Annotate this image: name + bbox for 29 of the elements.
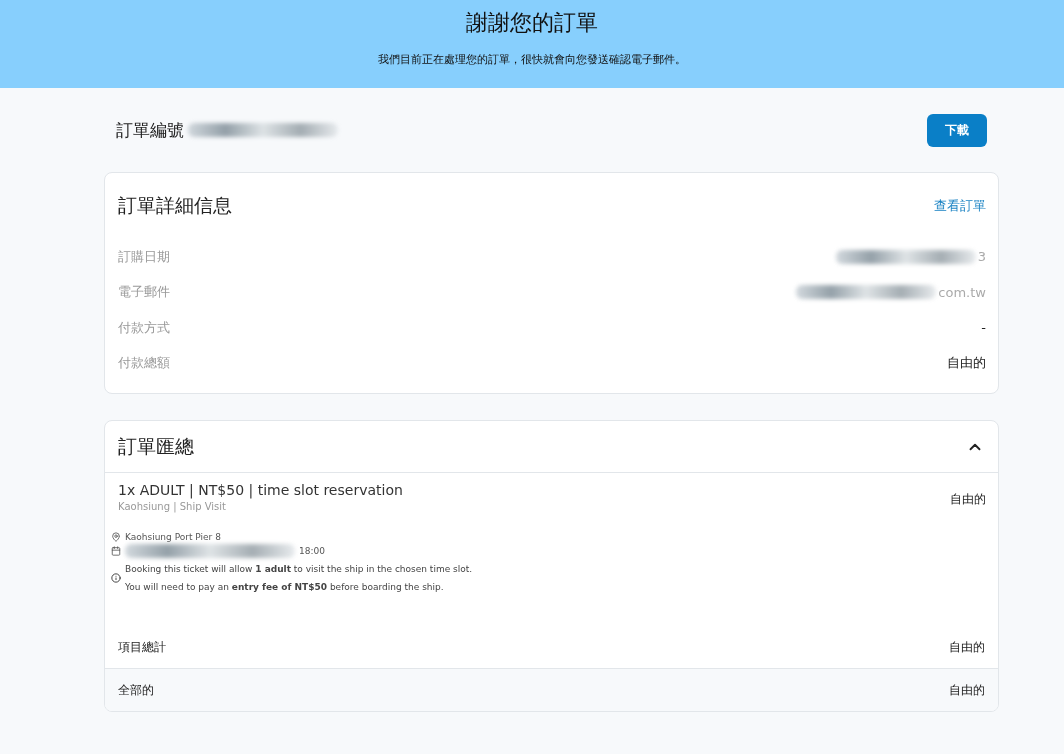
total-label: 項目總計 xyxy=(118,638,166,656)
map-pin-icon xyxy=(111,532,121,542)
detail-value: com.tw xyxy=(938,284,986,300)
item-title: 1x ADULT | NT$50 | time slot reservation xyxy=(118,482,403,498)
card-title: 訂單詳細信息 xyxy=(118,193,232,218)
total-label: 全部的 xyxy=(118,681,154,699)
item-subtitle: Kaohsiung | Ship Visit xyxy=(118,501,227,512)
time-text: 18:00 xyxy=(299,546,325,556)
download-button[interactable]: 下載 xyxy=(927,113,987,147)
card-title: 訂單匯總 xyxy=(118,433,194,459)
location-text: Kaohsiung Port Pier 8 xyxy=(125,532,221,542)
order-number-label: 訂單編號 xyxy=(116,118,184,142)
ticket-note: Booking this ticket will allow 1 adult to visit the ship in the chosen time slot. xyxy=(125,564,473,574)
detail-value: 自由的 xyxy=(947,354,986,373)
detail-label: 付款總額 xyxy=(118,354,170,373)
detail-label: 付款方式 xyxy=(118,318,170,337)
info-icon xyxy=(111,573,121,583)
ticket-note: You will need to pay an entry fee of NT$50 before boarding the ship. xyxy=(125,582,445,592)
detail-value: - xyxy=(981,320,986,336)
detail-value: 3 xyxy=(977,249,986,265)
view-order-link[interactable]: 查看訂單 xyxy=(934,197,986,215)
total-value: 自由的 xyxy=(949,638,985,656)
detail-label: 電子郵件 xyxy=(118,283,170,302)
page-title: 謝謝您的訂單 xyxy=(466,9,598,37)
detail-label: 訂購日期 xyxy=(118,247,170,266)
page-subtitle: 我們目前正在處理您的訂單，很快就會向您發送確認電子郵件。 xyxy=(378,52,686,67)
total-value: 自由的 xyxy=(949,681,985,699)
item-price: 自由的 xyxy=(950,491,986,508)
calendar-icon xyxy=(111,546,121,556)
